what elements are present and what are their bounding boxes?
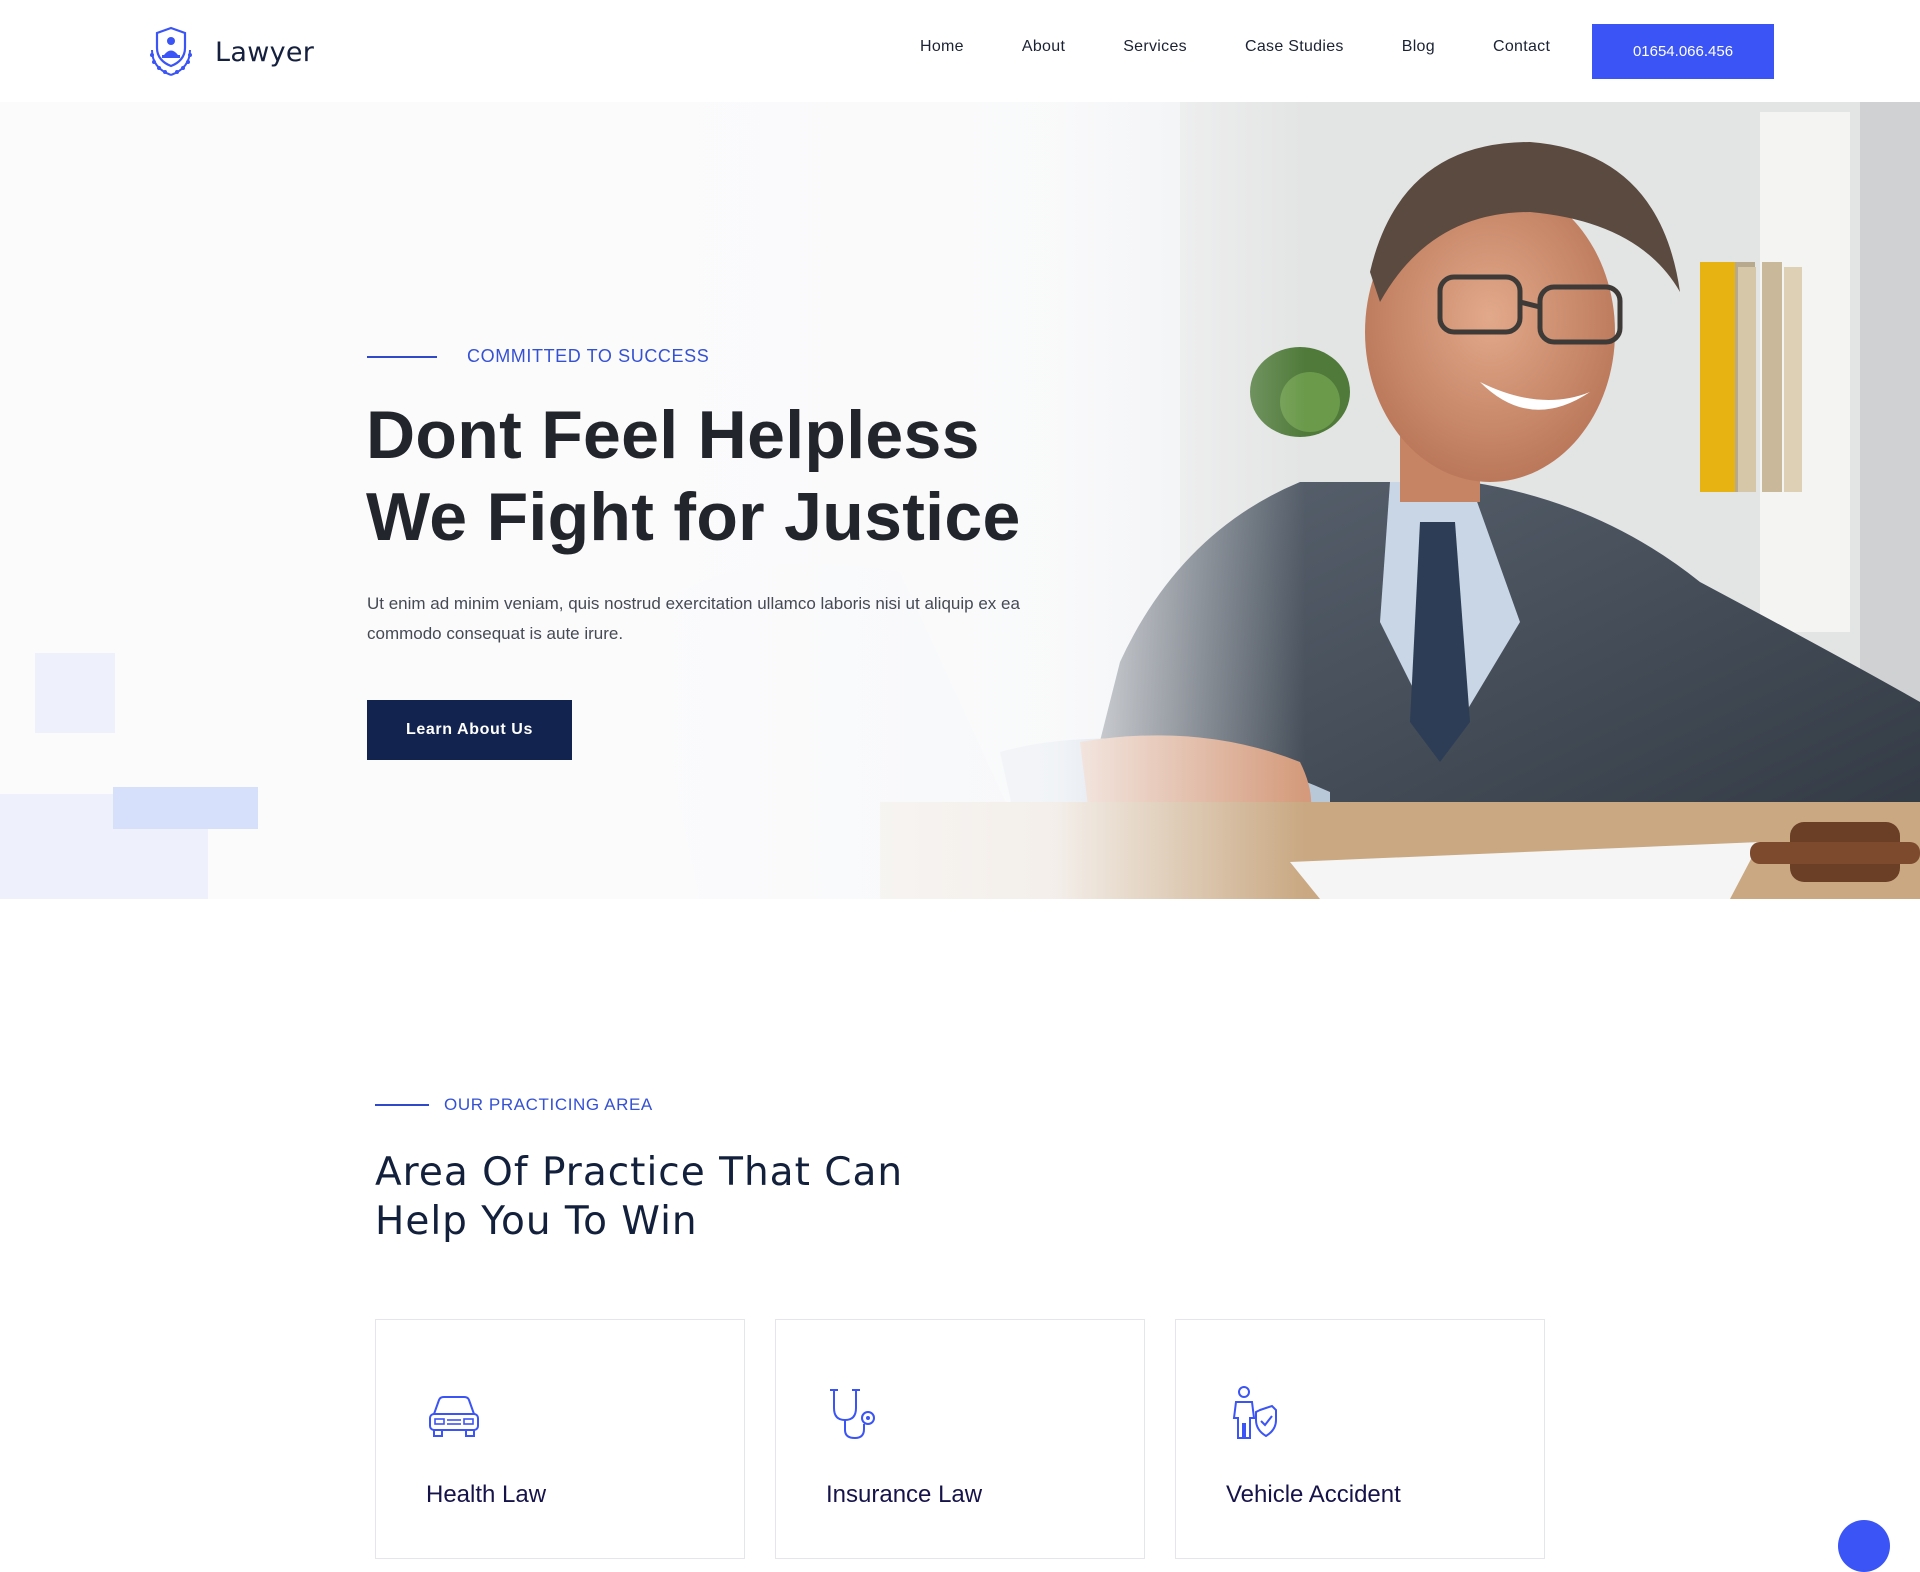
phone-button[interactable]: 01654.066.456: [1592, 24, 1774, 79]
hero-title-line-1: Dont Feel Helpless: [366, 397, 980, 473]
nav-about[interactable]: About: [1022, 38, 1065, 56]
card-title: Health Law: [426, 1481, 547, 1508]
nav-contact[interactable]: Contact: [1493, 38, 1550, 56]
nav-services[interactable]: Services: [1123, 38, 1187, 56]
hero-title: Dont Feel Helpless We Fight for Justice: [366, 394, 1126, 558]
nav-blog[interactable]: Blog: [1402, 38, 1435, 56]
logo-text: Lawyer: [215, 36, 315, 68]
practice-card-vehicle-accident[interactable]: Vehicle Accident: [1175, 1319, 1545, 1559]
hero-description: Ut enim ad minim veniam, quis nostrud ex…: [367, 594, 1020, 643]
main-nav: Home About Services Case Studies Blog Co…: [920, 38, 1608, 56]
practice-card-insurance-law[interactable]: Insurance Law: [775, 1319, 1145, 1559]
eyebrow-line: [375, 1104, 429, 1106]
practice-eyebrow: OUR PRACTICING AREA: [375, 1095, 653, 1115]
practice-eyebrow-text: OUR PRACTICING AREA: [444, 1095, 653, 1114]
card-title: Vehicle Accident: [1226, 1481, 1401, 1508]
hero-eyebrow: COMMITTED TO SUCCESS: [367, 346, 709, 367]
decor-square: [35, 653, 115, 733]
nav-case-studies[interactable]: Case Studies: [1245, 38, 1344, 56]
practice-title: Area Of Practice That Can Help You To Wi…: [375, 1148, 1075, 1246]
practice-card-health-law[interactable]: Health Law: [375, 1319, 745, 1559]
car-icon: [429, 1396, 479, 1437]
stethoscope-icon: [830, 1389, 875, 1440]
logo[interactable]: Lawyer: [143, 24, 314, 80]
eyebrow-line: [367, 355, 437, 358]
hero-title-line-2: We Fight for Justice: [366, 479, 1021, 555]
scales-emblem-icon: [150, 26, 192, 76]
practice-title-line-1: Area Of Practice That Can: [375, 1150, 904, 1195]
site-header: Lawyer Home About Services Case Studies …: [0, 0, 1920, 102]
nav-home[interactable]: Home: [920, 38, 964, 56]
person-shield-icon: [1232, 1386, 1277, 1439]
hero-eyebrow-text: COMMITTED TO SUCCESS: [467, 346, 710, 366]
learn-about-us-button[interactable]: Learn About Us: [367, 700, 572, 760]
card-title: Insurance Law: [826, 1481, 983, 1508]
scroll-top-button[interactable]: [1838, 1520, 1890, 1572]
decor-square: [113, 787, 258, 829]
hero-section: COMMITTED TO SUCCESS Dont Feel Helpless …: [0, 102, 1920, 899]
practice-title-line-2: Help You To Win: [375, 1199, 698, 1244]
